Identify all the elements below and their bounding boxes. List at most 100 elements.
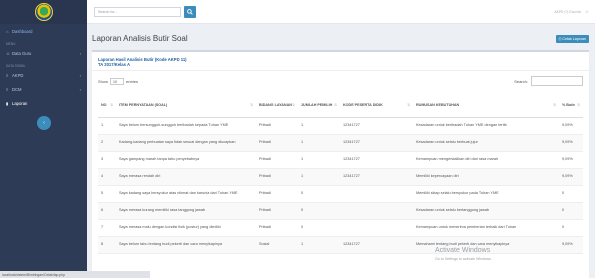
table-cell: Kesadaran untuk beribadah Tuhan YME deng…: [413, 117, 559, 135]
entries-control: Show 10 entries: [98, 78, 139, 85]
table-row: 1 Saya belum bersungguh-sungguh beribadah…: [98, 117, 583, 135]
table-cell: 0: [298, 202, 340, 220]
table-cell: Saya merasa rendah diri: [116, 168, 256, 186]
table-cell: Pribadi: [256, 185, 298, 203]
table-cell: Saya gampang marah tanpa tahu penyebabny…: [116, 151, 256, 169]
table-cell: 0: [298, 185, 340, 203]
table-cell: 9,09%: [559, 151, 583, 169]
table-cell: 1: [298, 236, 340, 254]
column-header[interactable]: RUMUSAN KEBUTUHAN ⇅: [413, 93, 559, 118]
activate-windows-subtitle: Go to Settings to activate Windows.: [435, 257, 492, 261]
user-name[interactable]: AKPD (?) Guru bk: [554, 10, 581, 14]
entries-select[interactable]: 10: [110, 78, 125, 85]
table-row: 7 Saya merasa malu dengan kondisi fisik (…: [98, 219, 583, 237]
box-title: Laporan Hasil Analisis Butir (Kode AKPD …: [98, 57, 187, 67]
user-icon[interactable]: ☺: [585, 9, 589, 14]
table-cell: Kesadaran untuk selalu berbuat jujur: [413, 134, 559, 152]
table-cell: Kemampuan mengendalikan diri dari rasa m…: [413, 151, 559, 169]
table-cell: 7: [98, 219, 116, 237]
table-cell: 3: [98, 151, 116, 169]
page-title: Laporan Analisis Butir Soal: [92, 34, 188, 43]
table-row: 5 Saya kadang saya bersyukur atas nikmat …: [98, 185, 583, 203]
search-input[interactable]: Search for...: [94, 7, 181, 17]
table-cell: 1: [98, 117, 116, 135]
column-header[interactable]: KODE PESERTA DIDIK ⇅: [340, 93, 413, 118]
column-header[interactable]: ITEM PERNYATAAN (SOAL) ⇅: [116, 93, 256, 118]
table-cell: 4: [98, 168, 116, 186]
content-header: Laporan Analisis Butir Soal ⎙ Cetak Lapo…: [87, 24, 595, 49]
sidebar: ⌂ Dashboard MENU ☺ Data Guru ‹ DATA SISW…: [0, 0, 87, 278]
table-cell: 0: [298, 219, 340, 237]
table-cell: 12341727: [340, 236, 413, 254]
table-cell: Pribadi: [256, 219, 298, 237]
table-cell: 9,09%: [559, 117, 583, 135]
table-cell: Kadang-kadang perbuatan saya tidak sesua…: [116, 134, 256, 152]
table-cell: 6: [98, 202, 116, 220]
table-cell: [340, 219, 413, 237]
school-logo: [34, 3, 53, 21]
table-header-row: NO ⇅ ITEM PERNYATAAN (SOAL) ⇅ BIDANG LAYAN…: [98, 93, 583, 118]
table-cell: Sosial: [256, 236, 298, 254]
table-search-input[interactable]: [531, 76, 583, 86]
table-cell: Saya belum tahu tentang budi pekerti dan…: [116, 236, 256, 254]
table-cell: 8: [98, 236, 116, 254]
analysis-table: NO ⇅ ITEM PERNYATAAN (SOAL) ⇅ BIDANG LAYAN…: [98, 93, 583, 254]
table-cell: 1: [298, 168, 340, 186]
column-header[interactable]: % Butir ⇅: [559, 93, 583, 118]
table-cell: Memiliki sikap selalu bersyukur pada Tuh…: [413, 185, 559, 203]
search-icon: [187, 9, 193, 15]
table-cell: Memiliki kepercayaan diri: [413, 168, 559, 186]
table-cell: Kesadaran untuk selalu bertanggung jawab: [413, 202, 559, 220]
column-header[interactable]: BIDANG LAYANAN ⇅: [256, 93, 298, 118]
table-cell: 1: [298, 117, 340, 135]
logo-area: [0, 0, 87, 24]
table-cell: 9,09%: [559, 168, 583, 186]
column-header[interactable]: JUMLAH PEMILIH ⇅: [298, 93, 340, 118]
table-cell: 12341727: [340, 117, 413, 135]
table-cell: 12341727: [340, 134, 413, 152]
table-cell: 9,09%: [559, 236, 583, 254]
search-button[interactable]: [184, 6, 196, 18]
table-row: 3 Saya gampang marah tanpa tahu penyebabn…: [98, 151, 583, 169]
table-cell: Pribadi: [256, 117, 298, 135]
chevron-left-icon: ‹: [79, 86, 81, 92]
table-cell: [340, 202, 413, 220]
table-cell: 12341727: [340, 151, 413, 169]
topbar: Search for... AKPD (?) Guru bk ☺: [87, 0, 595, 24]
table-cell: Saya belum bersungguh-sungguh beribadah …: [116, 117, 256, 135]
column-header[interactable]: NO ⇅: [98, 93, 116, 118]
table-cell: 1: [298, 134, 340, 152]
table-cell: 2: [98, 134, 116, 152]
table-cell: 1: [298, 151, 340, 169]
sidebar-item-dcm[interactable]: ≡ DCM ‹: [0, 82, 87, 96]
sidebar-section-data-siswa: DATA SISWA: [6, 64, 25, 68]
table-cell: Saya merasa kurang memiliki rasa tanggun…: [116, 202, 256, 220]
activate-windows-watermark: Activate Windows: [435, 247, 491, 254]
chevron-left-icon: ‹: [79, 72, 81, 78]
sidebar-item-data-guru[interactable]: ☺ Data Guru ‹: [0, 46, 87, 60]
table-cell: 0: [559, 185, 583, 203]
table-cell: 9,09%: [559, 134, 583, 152]
sidebar-section-menu: MENU: [6, 42, 16, 46]
table-cell: 0: [559, 202, 583, 220]
table-cell: [340, 185, 413, 203]
sidebar-item-dashboard[interactable]: ⌂ Dashboard: [0, 24, 87, 38]
table-cell: Pribadi: [256, 202, 298, 220]
table-cell: 5: [98, 185, 116, 203]
table-row: 8 Saya belum tahu tentang budi pekerti da…: [98, 236, 583, 254]
table-cell: Saya kadang saya bersyukur atas nikmat d…: [116, 185, 256, 203]
table-cell: Pribadi: [256, 134, 298, 152]
sidebar-toggle-button[interactable]: ‹: [37, 116, 51, 130]
print-report-button[interactable]: ⎙ Cetak Laporan: [555, 35, 589, 43]
chevron-left-icon: ‹: [79, 50, 81, 56]
table-cell: Kemampuan untuk menerima pemberian terba…: [413, 219, 559, 237]
status-bar-url: localhost/sistem/Bimbingan/Cetak/lap.php: [0, 271, 150, 278]
sidebar-item-laporan[interactable]: ▮ Laporan: [0, 96, 87, 110]
table-cell: Pribadi: [256, 151, 298, 169]
table-row: 6 Saya merasa kurang memiliki rasa tanggu…: [98, 202, 583, 220]
table-cell: Saya merasa malu dengan kondisi fisik (p…: [116, 219, 256, 237]
sidebar-item-akpd[interactable]: ≡ AKPD ‹: [0, 68, 87, 82]
table-search: Search:: [514, 76, 583, 86]
table-row: 2 Kadang-kadang perbuatan saya tidak sesu…: [98, 134, 583, 152]
divider: [92, 70, 589, 71]
